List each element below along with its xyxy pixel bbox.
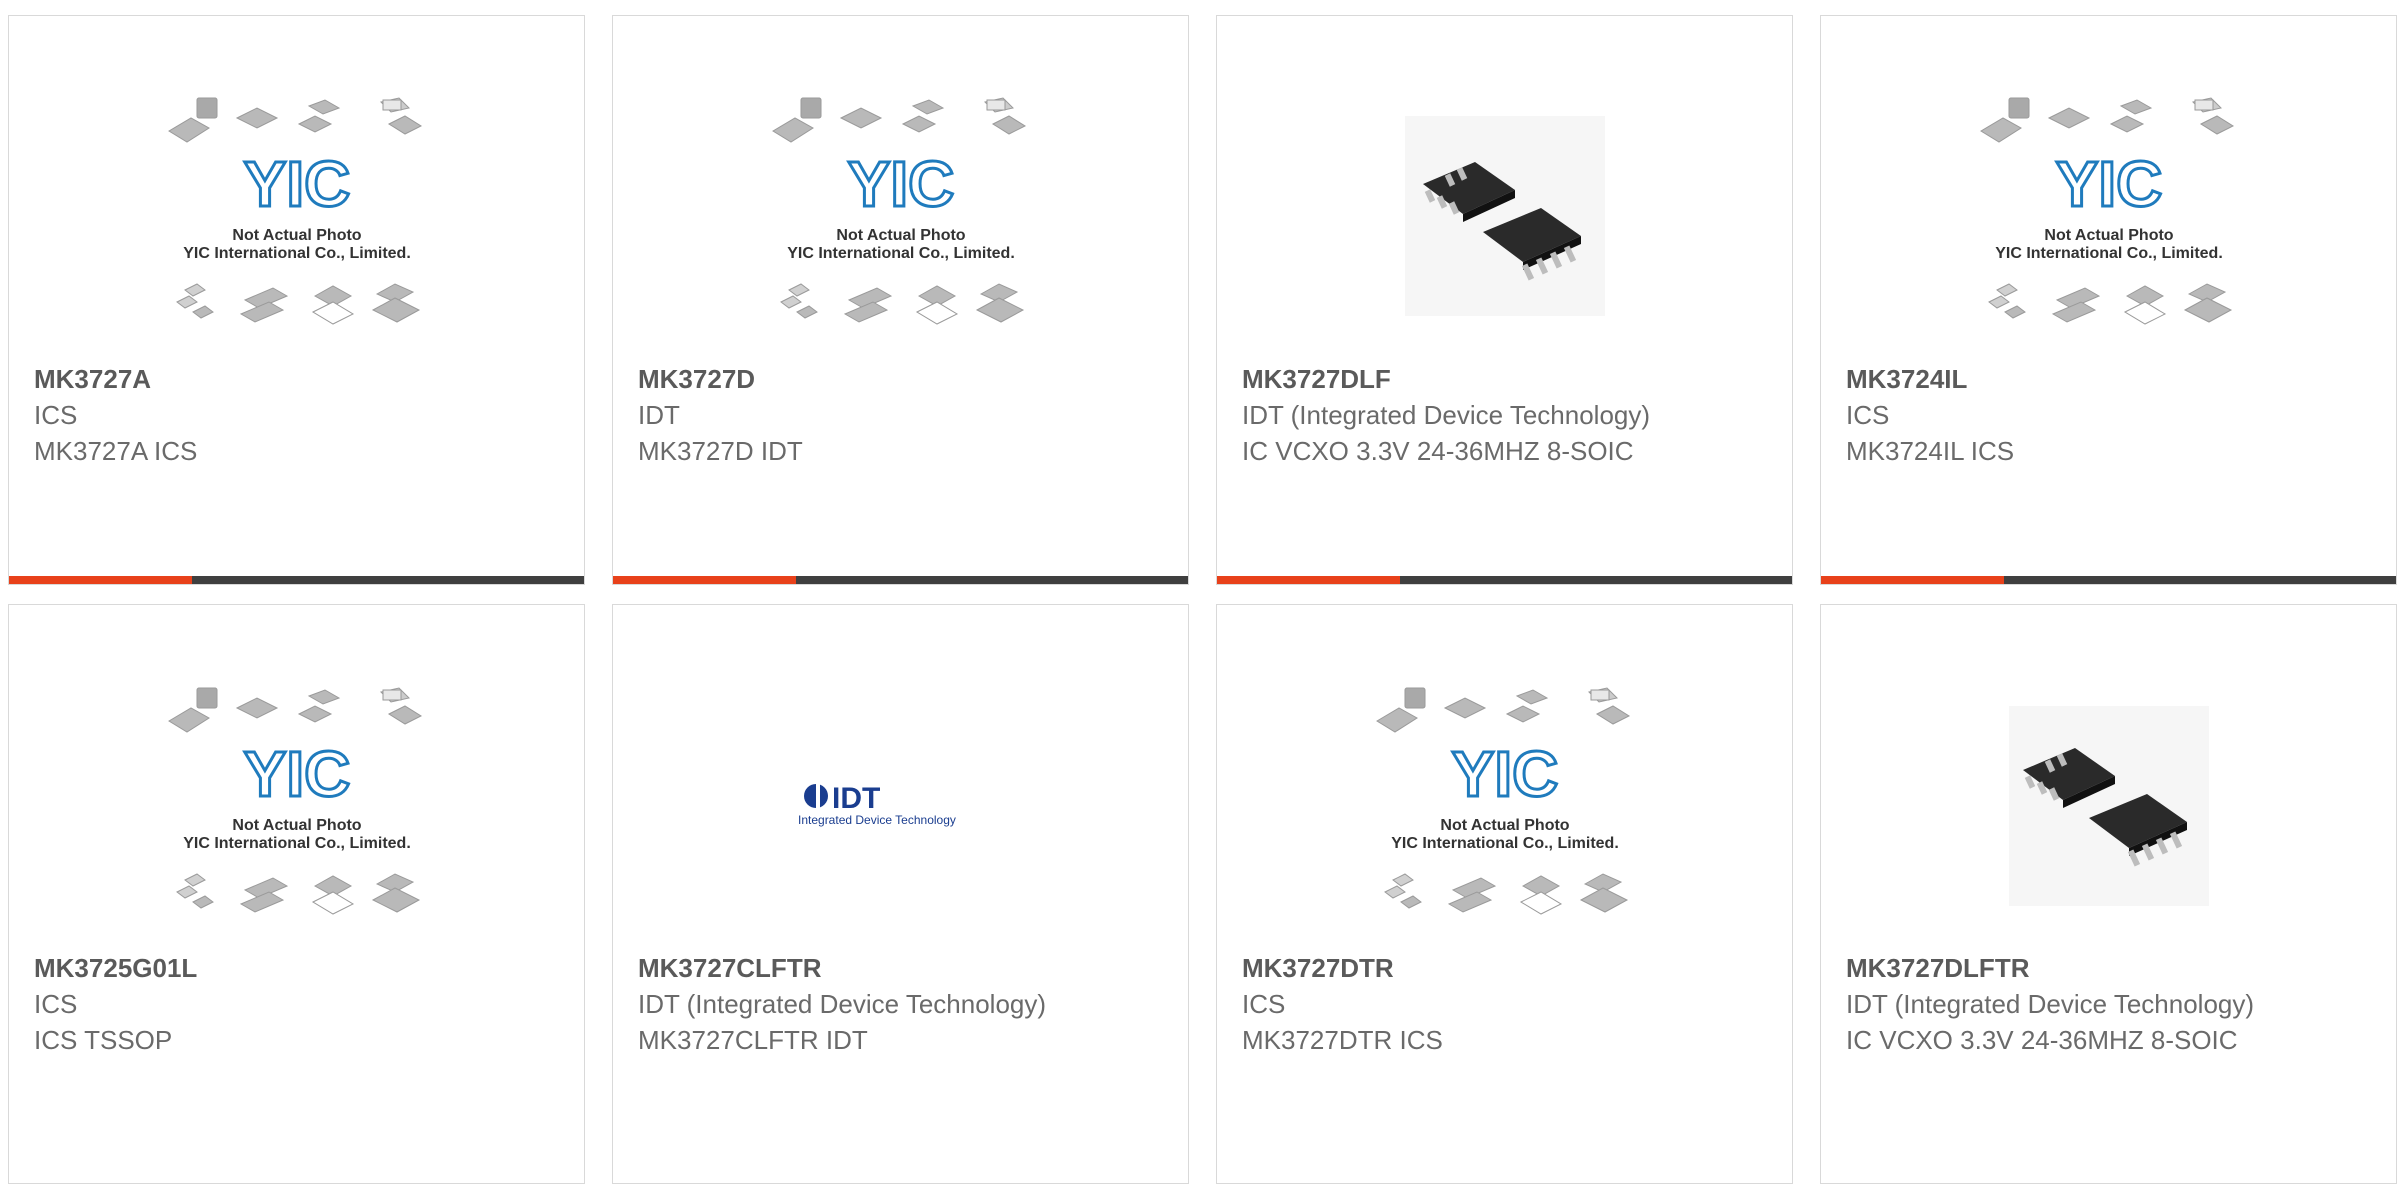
description: ICS TSSOP: [34, 1025, 173, 1055]
card-accent: [9, 576, 192, 584]
description: IC VCXO 3.3V 24-36MHZ 8-SOIC: [1846, 1025, 2238, 1055]
yic-placeholder-image: YIC Not Actual Photo YIC International C…: [9, 71, 584, 361]
card-bottom-bar: [1217, 576, 1792, 584]
card-bottom-bar: [1821, 576, 2396, 584]
card-accent: [1821, 576, 2004, 584]
description: MK3727DTR ICS: [1242, 1025, 1443, 1055]
product-card[interactable]: MK3727DLFTR IDT (Integrated Device Techn…: [1820, 604, 2397, 1184]
yic-logo-mark: YIC: [243, 148, 350, 220]
svg-text:YIC International Co., Limited: YIC International Co., Limited.: [183, 245, 411, 262]
description: MK3727CLFTR IDT: [638, 1025, 868, 1055]
product-card[interactable]: YIC Not Actual Photo YIC International C…: [1820, 15, 2397, 585]
soic-chip-photo: [1217, 71, 1792, 361]
yic-logo-mark: YIC: [1451, 738, 1558, 810]
brand: IDT (Integrated Device Technology): [1846, 989, 2255, 1019]
part-number[interactable]: MK3727A: [34, 361, 454, 397]
brand: IDT (Integrated Device Technology): [638, 989, 1047, 1019]
card-bottom-bar: [9, 576, 584, 584]
product-card[interactable]: YIC Not Actual Photo YIC International C…: [8, 604, 585, 1184]
yic-placeholder-image: YIC Not Actual Photo YIC International C…: [1821, 71, 2396, 361]
product-card[interactable]: YIC Not Actual Photo YIC International C…: [8, 15, 585, 585]
description: MK3724IL ICS: [1846, 436, 2015, 466]
idt-logo-image: IDT Integrated Device Technology: [613, 661, 1188, 951]
svg-text:Not Actual Photo: Not Actual Photo: [232, 817, 361, 834]
description: MK3727A ICS: [34, 436, 198, 466]
product-card[interactable]: YIC Not Actual Photo YIC International C…: [1216, 604, 1793, 1184]
description: MK3727D IDT: [638, 436, 803, 466]
yic-logo-mark: YIC: [2055, 148, 2162, 220]
yic-placeholder-image: YIC Not Actual Photo YIC International C…: [1217, 661, 1792, 951]
yic-placeholder-image: YIC Not Actual Photo YIC International C…: [613, 71, 1188, 361]
part-number[interactable]: MK3725G01L: [34, 950, 454, 986]
svg-text:YIC International Co., Limited: YIC International Co., Limited.: [183, 835, 411, 852]
card-bottom-bar: [613, 576, 1188, 584]
product-card[interactable]: IDT Integrated Device Technology MK3727C…: [612, 604, 1189, 1184]
part-number[interactable]: MK3727DLFTR: [1846, 950, 2266, 986]
svg-text:YIC International Co., Limited: YIC International Co., Limited.: [787, 245, 1015, 262]
svg-text:YIC International Co., Limited: YIC International Co., Limited.: [1391, 835, 1619, 852]
svg-text:YIC International Co., Limited: YIC International Co., Limited.: [1995, 245, 2223, 262]
idt-logo-tagline: Integrated Device Technology: [798, 813, 956, 827]
yic-logo-mark: YIC: [243, 738, 350, 810]
svg-text:Not Actual Photo: Not Actual Photo: [836, 227, 965, 244]
card-accent: [613, 576, 796, 584]
part-number[interactable]: MK3727DLF: [1242, 361, 1662, 397]
brand: ICS: [1242, 989, 1286, 1019]
card-accent: [1217, 576, 1400, 584]
description: IC VCXO 3.3V 24-36MHZ 8-SOIC: [1242, 436, 1634, 466]
svg-text:Not Actual Photo: Not Actual Photo: [232, 227, 361, 244]
product-grid: YIC Not Actual Photo YIC International C…: [0, 0, 2400, 1184]
yic-placeholder-image: YIC Not Actual Photo YIC International C…: [9, 661, 584, 951]
brand: IDT: [638, 400, 680, 430]
svg-text:Not Actual Photo: Not Actual Photo: [1440, 817, 1569, 834]
idt-logo-mark: IDT: [832, 782, 880, 815]
yic-logo-mark: YIC: [847, 148, 954, 220]
part-number[interactable]: MK3727D: [638, 361, 1058, 397]
brand: ICS: [34, 989, 78, 1019]
product-card[interactable]: YIC Not Actual Photo YIC International C…: [612, 15, 1189, 585]
brand: ICS: [34, 400, 78, 430]
svg-text:Not Actual Photo: Not Actual Photo: [2044, 227, 2173, 244]
part-number[interactable]: MK3727CLFTR: [638, 950, 1058, 986]
part-number[interactable]: MK3724IL: [1846, 361, 2266, 397]
brand: ICS: [1846, 400, 1890, 430]
brand: IDT (Integrated Device Technology): [1242, 400, 1651, 430]
product-card[interactable]: MK3727DLF IDT (Integrated Device Technol…: [1216, 15, 1793, 585]
part-number[interactable]: MK3727DTR: [1242, 950, 1662, 986]
soic-chip-photo: [1821, 661, 2396, 951]
